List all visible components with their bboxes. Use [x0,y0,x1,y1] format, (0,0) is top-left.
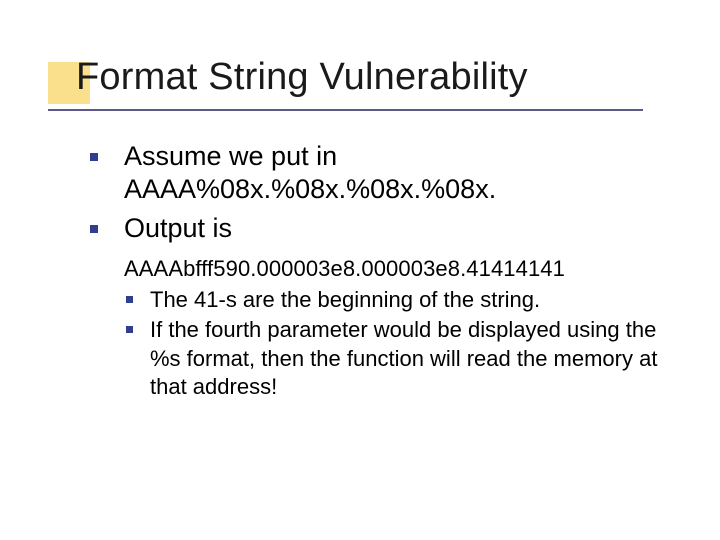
output-text: AAAAbfff590.000003e8.000003e8.41414141 [86,255,666,283]
slide-title: Format String Vulnerability [76,56,528,99]
list-item: Output is [86,212,666,245]
list-item-text: The 41-s are the beginning of the string… [150,287,540,312]
bullet-list-level1: Assume we put in AAAA%08x.%08x.%08x.%08x… [86,140,666,245]
bullet-list-level2: The 41-s are the beginning of the string… [86,286,666,401]
list-item: The 41-s are the beginning of the string… [124,286,666,314]
square-bullet-icon [90,225,98,233]
title-underline [48,109,643,111]
list-item: Assume we put in AAAA%08x.%08x.%08x.%08x… [86,140,666,206]
square-bullet-icon [126,326,133,333]
list-item-text: If the fourth parameter would be display… [150,317,657,398]
slide-body: Assume we put in AAAA%08x.%08x.%08x.%08x… [86,140,666,403]
list-item-text: Output is [124,213,232,243]
list-item: If the fourth parameter would be display… [124,316,666,400]
square-bullet-icon [126,296,133,303]
square-bullet-icon [90,153,98,161]
slide: Format String Vulnerability Assume we pu… [0,0,720,540]
list-item-text: Assume we put in AAAA%08x.%08x.%08x.%08x… [124,141,496,204]
